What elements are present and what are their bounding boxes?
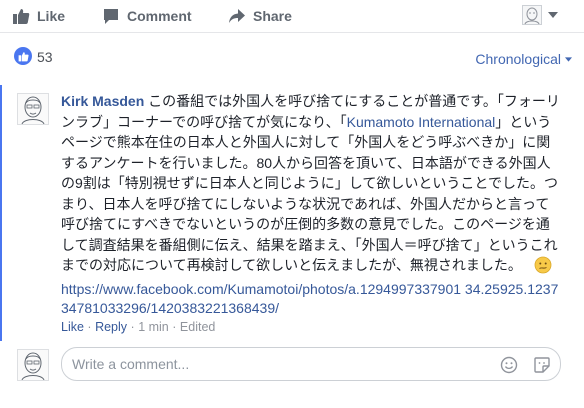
post-action-bar: Like Comment Share	[0, 0, 584, 33]
speech-bubble-icon	[104, 9, 118, 24]
like-button[interactable]: Like	[12, 5, 65, 27]
share-arrow-icon	[229, 9, 245, 23]
like-button-label: Like	[37, 8, 66, 24]
edited-label[interactable]: Edited	[180, 320, 215, 334]
separator: ·	[130, 320, 135, 334]
comment-meta: Like · Reply · 1 min · Edited	[61, 320, 215, 334]
viewer-selector[interactable]	[522, 5, 558, 25]
comment-text: Kirk Masden この番組では外国人を呼び捨てにすることが普通です。「フォ…	[61, 91, 561, 276]
comment-like-link[interactable]: Like	[61, 320, 84, 334]
separator: ·	[172, 320, 177, 334]
share-button[interactable]: Share	[228, 5, 292, 27]
comment-reply-link[interactable]: Reply	[95, 320, 127, 334]
comment-order-dropdown[interactable]: Chronological	[475, 51, 572, 67]
comment-composer	[0, 341, 584, 408]
comment-input-box[interactable]	[61, 347, 561, 381]
avatar[interactable]	[17, 93, 49, 125]
comment-text-part2: 」というページで熊本在住の日本人と外国人に対して「外国人をどう呼ぶべきか」に関す…	[61, 113, 558, 274]
comment-button-label: Comment	[127, 8, 192, 24]
sticker-icon	[534, 357, 550, 373]
comment-author[interactable]: Kirk Masden	[61, 93, 144, 109]
comment-order-label: Chronological	[475, 51, 561, 67]
share-button-label: Share	[253, 8, 292, 24]
caret-down-icon	[565, 56, 572, 62]
separator: ·	[87, 320, 92, 334]
caret-down-icon	[548, 12, 558, 18]
emoji-button[interactable]	[500, 356, 518, 379]
inline-page-link[interactable]: Kumamoto International	[347, 114, 496, 130]
photo-url-link[interactable]: https://www.facebook.com/Kumamotoi/photo…	[61, 280, 561, 317]
comment-timestamp[interactable]: 1 min	[138, 320, 169, 334]
smiley-icon	[500, 356, 518, 374]
avatar	[17, 349, 49, 381]
thumbs-up-icon	[13, 9, 30, 24]
sticker-button[interactable]	[533, 356, 551, 379]
like-count[interactable]: 53	[37, 49, 53, 65]
reaction-summary: 53 Chronological	[0, 33, 584, 85]
comment-button[interactable]: Comment	[102, 5, 192, 27]
confused-face-emoji	[534, 256, 552, 274]
new-comment-highlight-bar	[0, 85, 2, 341]
like-reaction-icon[interactable]	[14, 47, 32, 65]
avatar-icon	[522, 5, 542, 25]
comment-input[interactable]	[72, 356, 492, 372]
comment: Kirk Masden この番組では外国人を呼び捨てにすることが普通です。「フォ…	[0, 85, 584, 341]
